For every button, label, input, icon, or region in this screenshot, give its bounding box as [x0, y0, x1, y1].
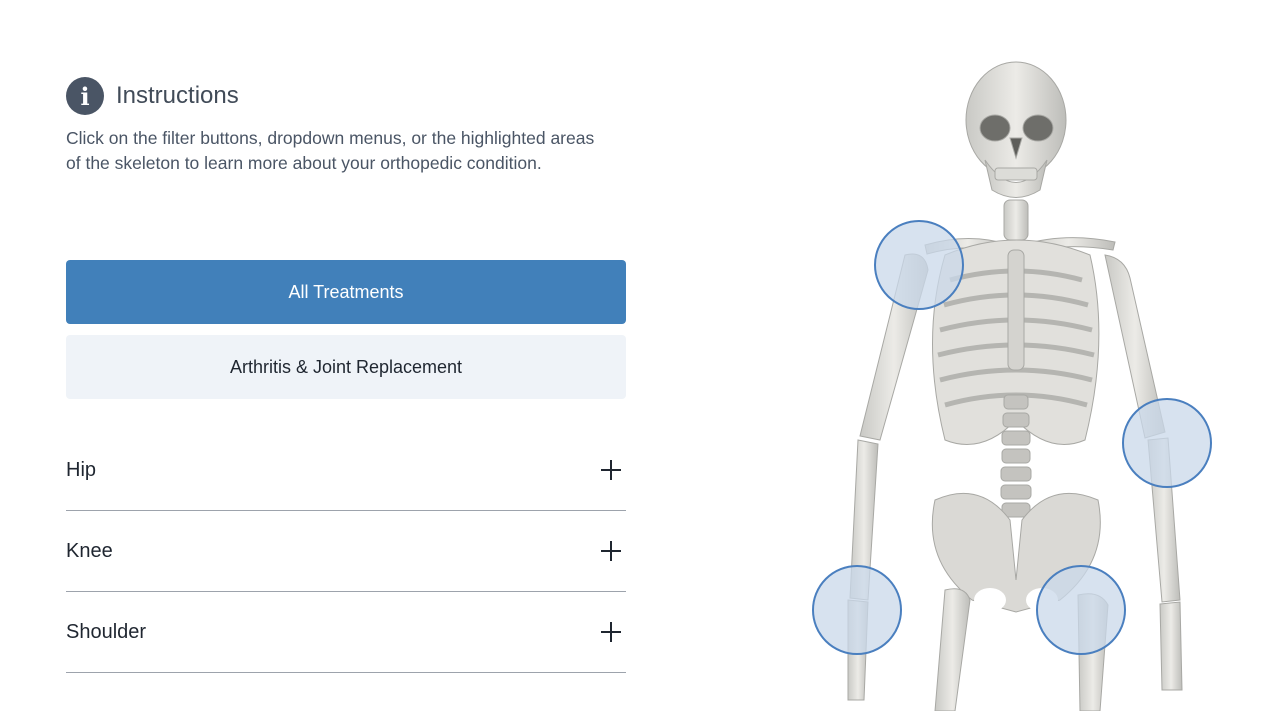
accordion-knee[interactable]: Knee	[66, 511, 626, 592]
accordion-hip[interactable]: Hip	[66, 430, 626, 511]
all-treatments-button[interactable]: All Treatments	[66, 260, 626, 324]
accordion-shoulder[interactable]: Shoulder	[66, 592, 626, 673]
skeleton-illustration	[812, 61, 1212, 711]
plus-icon[interactable]	[600, 459, 622, 481]
arthritis-joint-replacement-button[interactable]: Arthritis & Joint Replacement	[66, 335, 626, 399]
accordion-knee-label: Knee	[66, 539, 113, 562]
plus-icon[interactable]	[600, 540, 622, 562]
accordion-shoulder-label: Shoulder	[66, 620, 147, 643]
instructions-header: i Instructions	[66, 76, 626, 116]
wrist-hotspot[interactable]	[812, 565, 902, 655]
accordion-hip-label: Hip	[66, 458, 97, 481]
plus-icon[interactable]	[600, 621, 622, 643]
shoulder-hotspot[interactable]	[874, 220, 964, 310]
hip-hotspot[interactable]	[1036, 565, 1126, 655]
instructions-title: Instructions	[116, 82, 239, 109]
instructions-panel: i Instructions Click on the filter butto…	[66, 76, 626, 176]
elbow-hotspot[interactable]	[1122, 398, 1212, 488]
info-icon: i	[66, 77, 104, 115]
instructions-text: Click on the filter buttons, dropdown me…	[66, 128, 595, 173]
